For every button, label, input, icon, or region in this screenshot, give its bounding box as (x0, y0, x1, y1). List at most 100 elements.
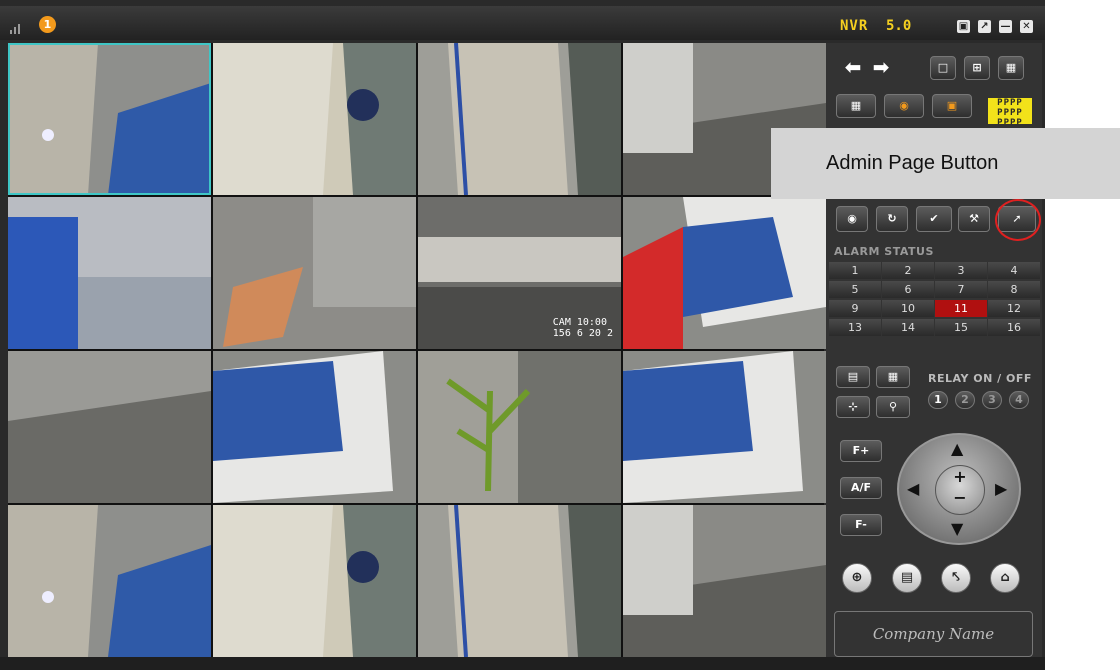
zoom-button[interactable]: ⚲ (876, 396, 910, 418)
alarm-15: 15 (935, 319, 987, 336)
camera-14[interactable] (213, 505, 416, 657)
alarm-3: 3 (935, 262, 987, 279)
nvr-application: 1 NVR 5.0 ▣ ↗ — ✕ CAM 10:00 156 6 20 2 ⬅… (0, 0, 1045, 670)
network-button[interactable]: ⊹ (836, 396, 870, 418)
camera-feed (213, 351, 416, 503)
camera-feed (8, 505, 211, 657)
camera-feed (623, 197, 826, 349)
ptz-control: ▲ ▼ ◀ ▶ + − (897, 433, 1021, 545)
camera-osd-timestamp: CAM 10:00 156 6 20 2 (552, 317, 613, 339)
camera-15[interactable] (418, 505, 621, 657)
monitor-button[interactable]: ▤ (836, 366, 870, 388)
layout-quad-button[interactable]: ⊞ (964, 56, 990, 80)
zoom-out-icon[interactable]: − (936, 488, 984, 508)
relay-2-button[interactable]: 2 (955, 391, 975, 409)
document-icon: ▤ (900, 570, 914, 585)
camera-feed (418, 505, 621, 657)
calendar-button[interactable]: ▦ (876, 366, 910, 388)
alarm-status-label: ALARM STATUS (834, 245, 934, 258)
layout-single-button[interactable]: □ (930, 56, 956, 80)
grid-icon: ▦ (850, 99, 862, 112)
status-bar (0, 657, 1045, 670)
arrow-left-icon[interactable]: ⬅ (842, 56, 864, 78)
arrow-right-icon[interactable]: ➡ (870, 56, 892, 78)
restore-icon[interactable]: ↗ (978, 20, 991, 33)
camera-icon: ◉ (899, 99, 909, 112)
ptz-menu-button[interactable]: ▤ (892, 563, 922, 593)
search-view-button[interactable]: ▣ (932, 94, 972, 118)
camera-16[interactable] (623, 505, 826, 657)
alarm-14: 14 (882, 319, 934, 336)
refresh-icon: ↻ (887, 212, 897, 225)
company-name: Company Name (834, 611, 1033, 657)
relay-1-button[interactable]: 1 (928, 391, 948, 409)
playback-button[interactable]: ✔ (916, 206, 952, 232)
close-icon[interactable]: ✕ (1020, 20, 1033, 33)
minimize-icon[interactable]: — (999, 20, 1012, 33)
zoom-in-icon[interactable]: + (936, 466, 984, 488)
grid-icon: ⊞ (972, 61, 982, 74)
camera-12[interactable] (623, 351, 826, 503)
camera-7[interactable]: CAM 10:00 156 6 20 2 (418, 197, 621, 349)
monitor-icon: ▤ (847, 370, 859, 383)
crosshair-icon: ⊕ (851, 570, 863, 585)
camera-2[interactable] (213, 43, 416, 195)
auto-focus-button[interactable]: A/F (840, 477, 882, 499)
tools-button[interactable]: ⚒ (958, 206, 990, 232)
alarm-4: 4 (988, 262, 1040, 279)
camera-1[interactable] (8, 43, 211, 195)
focus-plus-button[interactable]: F+ (840, 440, 882, 462)
brand-logo: NVR (840, 18, 869, 34)
relay-3-button[interactable]: 3 (982, 391, 1002, 409)
camera-icon: ◉ (847, 212, 857, 225)
relay-4-button[interactable]: 4 (1009, 391, 1029, 409)
camera-6[interactable] (213, 197, 416, 349)
camera-10[interactable] (213, 351, 416, 503)
grid-nine-icon: ▦ (1005, 61, 1017, 74)
alarm-10: 10 (882, 300, 934, 317)
camera-feed (623, 351, 826, 503)
camera-9[interactable] (8, 351, 211, 503)
ptz-tool-button[interactable]: ⤣ (941, 563, 971, 593)
camera-view-button[interactable]: ◉ (884, 94, 924, 118)
admin-button-highlight-ring (995, 199, 1041, 241)
focus-minus-button[interactable]: F- (840, 514, 882, 536)
title-bar: 1 NVR 5.0 ▣ ↗ — ✕ (0, 6, 1045, 40)
snapshot-button[interactable]: ◉ (836, 206, 868, 232)
network-icon: ⊹ (848, 400, 858, 413)
notification-badge[interactable]: 1 (39, 16, 56, 33)
sequence-button[interactable]: ↻ (876, 206, 908, 232)
alarm-status-grid: 1 2 3 4 5 6 7 8 9 10 11 12 13 14 15 16 (829, 262, 1041, 336)
camera-13[interactable] (8, 505, 211, 657)
camera-feed (213, 43, 416, 195)
alarm-16: 16 (988, 319, 1040, 336)
grid-view-button[interactable]: ▦ (836, 94, 876, 118)
calendar-icon: ▦ (887, 370, 899, 383)
alarm-5: 5 (829, 281, 881, 298)
camera-8[interactable] (623, 197, 826, 349)
alarm-6: 6 (882, 281, 934, 298)
lock-icon[interactable]: ▣ (957, 20, 970, 33)
camera-feed (8, 197, 211, 349)
camera-11[interactable] (418, 351, 621, 503)
camera-feed (623, 505, 826, 657)
version-label: 5.0 (886, 18, 912, 34)
home-button[interactable]: ⌂ (990, 563, 1020, 593)
camera-5[interactable] (8, 197, 211, 349)
admin-page-callout: Admin Page Button (771, 128, 1120, 199)
layout-multi-button[interactable]: ▦ (998, 56, 1024, 80)
alarm-13: 13 (829, 319, 881, 336)
hammer-icon: ⤣ (952, 570, 960, 585)
ptz-preset-button[interactable]: ⊕ (842, 563, 872, 593)
p-indicator-grid: PPPP PPPP PPPP (988, 98, 1032, 124)
ptz-left-icon[interactable]: ◀ (907, 481, 919, 497)
alarm-1: 1 (829, 262, 881, 279)
signal-icon (10, 20, 24, 34)
ptz-up-icon[interactable]: ▲ (951, 441, 963, 457)
camera-3[interactable] (418, 43, 621, 195)
ptz-right-icon[interactable]: ▶ (995, 481, 1007, 497)
alarm-12: 12 (988, 300, 1040, 317)
alarm-11: 11 (935, 300, 987, 317)
ptz-down-icon[interactable]: ▼ (951, 521, 963, 537)
alarm-8: 8 (988, 281, 1040, 298)
